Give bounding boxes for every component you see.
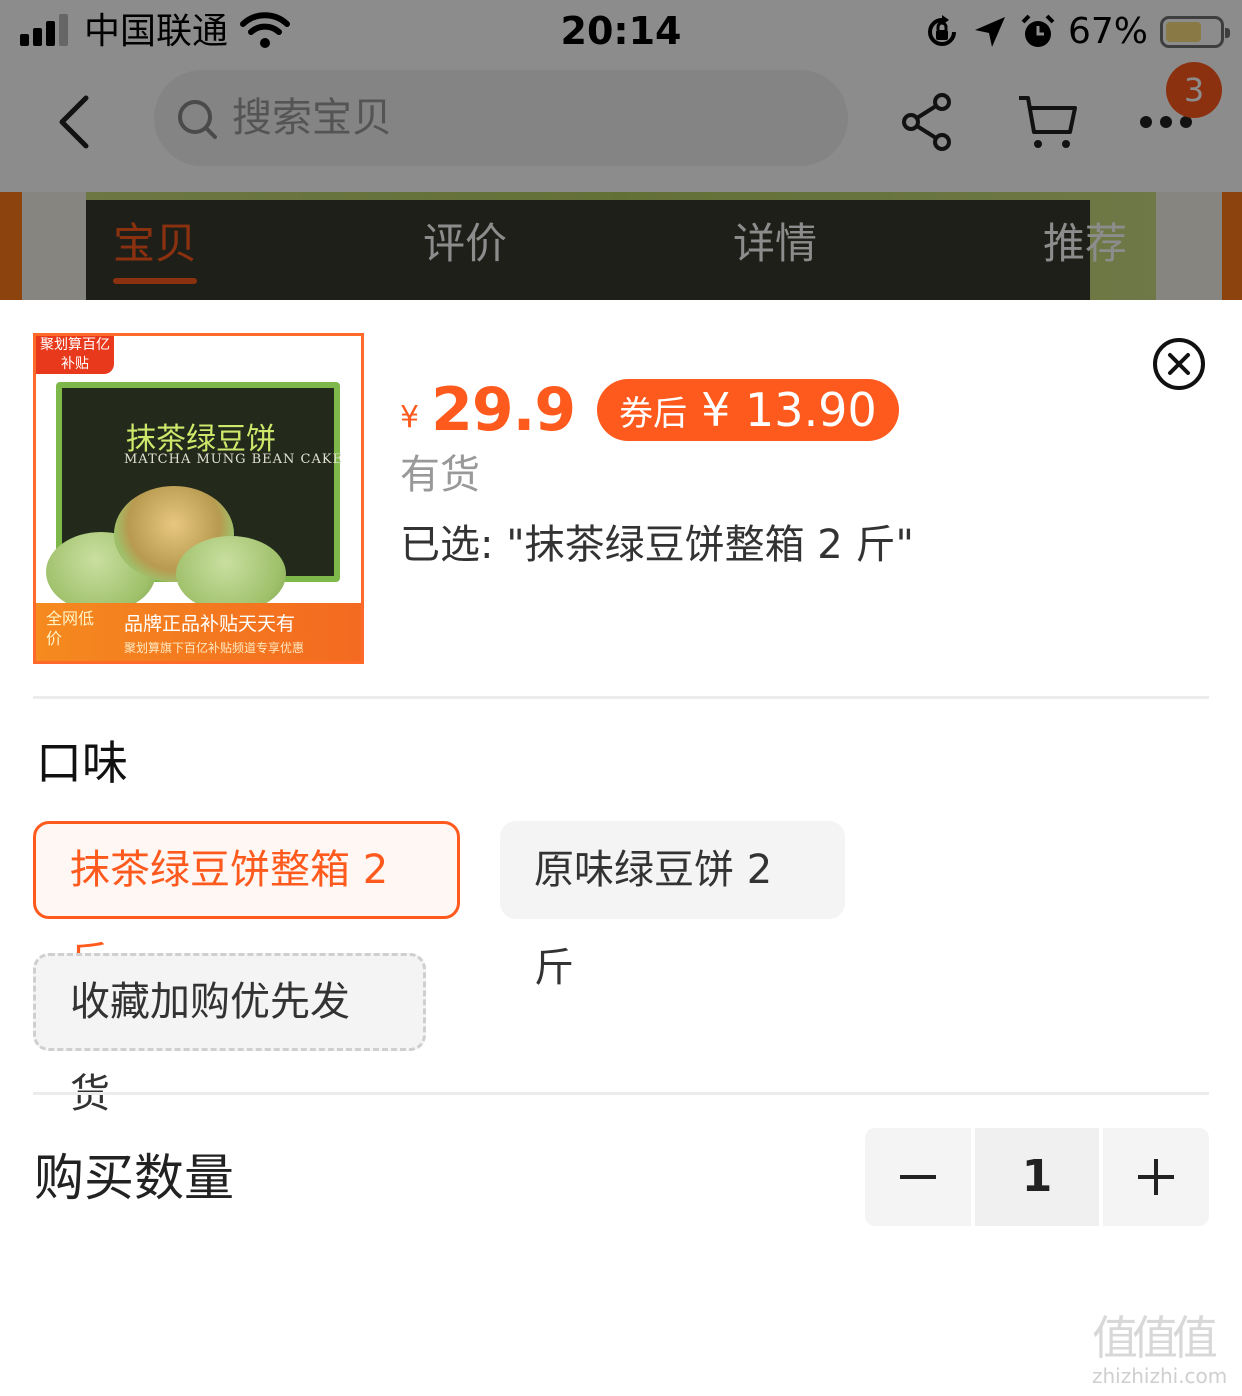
thumbnail-corner-badge: 聚划算百亿补贴 [36, 336, 114, 374]
decrease-button[interactable] [865, 1128, 971, 1226]
quantity-label: 购买数量 [34, 1149, 234, 1207]
product-thumbnail[interactable]: 聚划算百亿补贴 抹茶绿豆饼 MATCHA MUNG BEAN CAKE 全网低价… [33, 333, 364, 664]
thumbnail-footer-title: 品牌正品补贴天天有 [124, 613, 296, 635]
thumbnail-footer: 全网低价 品牌正品补贴天天有 聚划算旗下百亿补贴频道专享优惠 [36, 603, 361, 661]
price-row: ¥ 29.9 券后 ¥ 13.90 [400, 370, 899, 450]
sku-sheet: 聚划算百亿补贴 抹茶绿豆饼 MATCHA MUNG BEAN CAKE 全网低价… [0, 300, 1242, 1396]
currency-symbol: ¥ [400, 399, 420, 435]
quantity-value[interactable]: 1 [975, 1128, 1099, 1226]
dim-overlay[interactable] [0, 0, 1242, 300]
background-page: 中国联通 20:14 67% 搜索宝贝 3 宝贝 评价 详情 推荐 [0, 0, 1242, 300]
increase-button[interactable] [1103, 1128, 1209, 1226]
selected-sku: 已选: "抹茶绿豆饼整箱 2 斤" [400, 522, 914, 568]
watermark-url: zhizhizhi.com [1092, 1364, 1228, 1388]
divider [33, 1092, 1209, 1095]
coupon-badge: 券后 ¥ 13.90 [597, 379, 899, 441]
quantity-stepper: 1 [865, 1128, 1209, 1226]
divider [33, 696, 1209, 699]
close-icon[interactable] [1152, 337, 1206, 391]
coupon-price: ¥ 13.90 [701, 383, 877, 437]
minus-icon [900, 1175, 936, 1179]
watermark-logo: 值值值 [1092, 1311, 1218, 1365]
thumbnail-footer-left: 全网低价 [46, 609, 95, 648]
flavor-option-matcha[interactable]: 抹茶绿豆饼整箱 2 斤 [33, 821, 460, 985]
coupon-label: 券后 [619, 393, 688, 434]
cake-illustration [176, 536, 286, 612]
flavor-title: 口味 [36, 736, 128, 790]
watermark: 值值值 zhizhizhi.com [1092, 1312, 1234, 1392]
flavor-option-original[interactable]: 原味绿豆饼 2 斤 [500, 821, 845, 991]
price: 29.9 [431, 375, 576, 445]
flavor-option-favorite[interactable]: 收藏加购优先发货 [33, 953, 426, 1117]
page: 中国联通 20:14 67% 搜索宝贝 3 宝贝 评价 详情 推荐 聚划算百亿补… [0, 0, 1242, 1396]
plus-icon [1138, 1159, 1174, 1195]
thumbnail-subtitle: MATCHA MUNG BEAN CAKE [124, 452, 344, 467]
stock-status: 有货 [400, 452, 480, 498]
thumbnail-footer-sub: 聚划算旗下百亿补贴频道专享优惠 [124, 641, 305, 655]
